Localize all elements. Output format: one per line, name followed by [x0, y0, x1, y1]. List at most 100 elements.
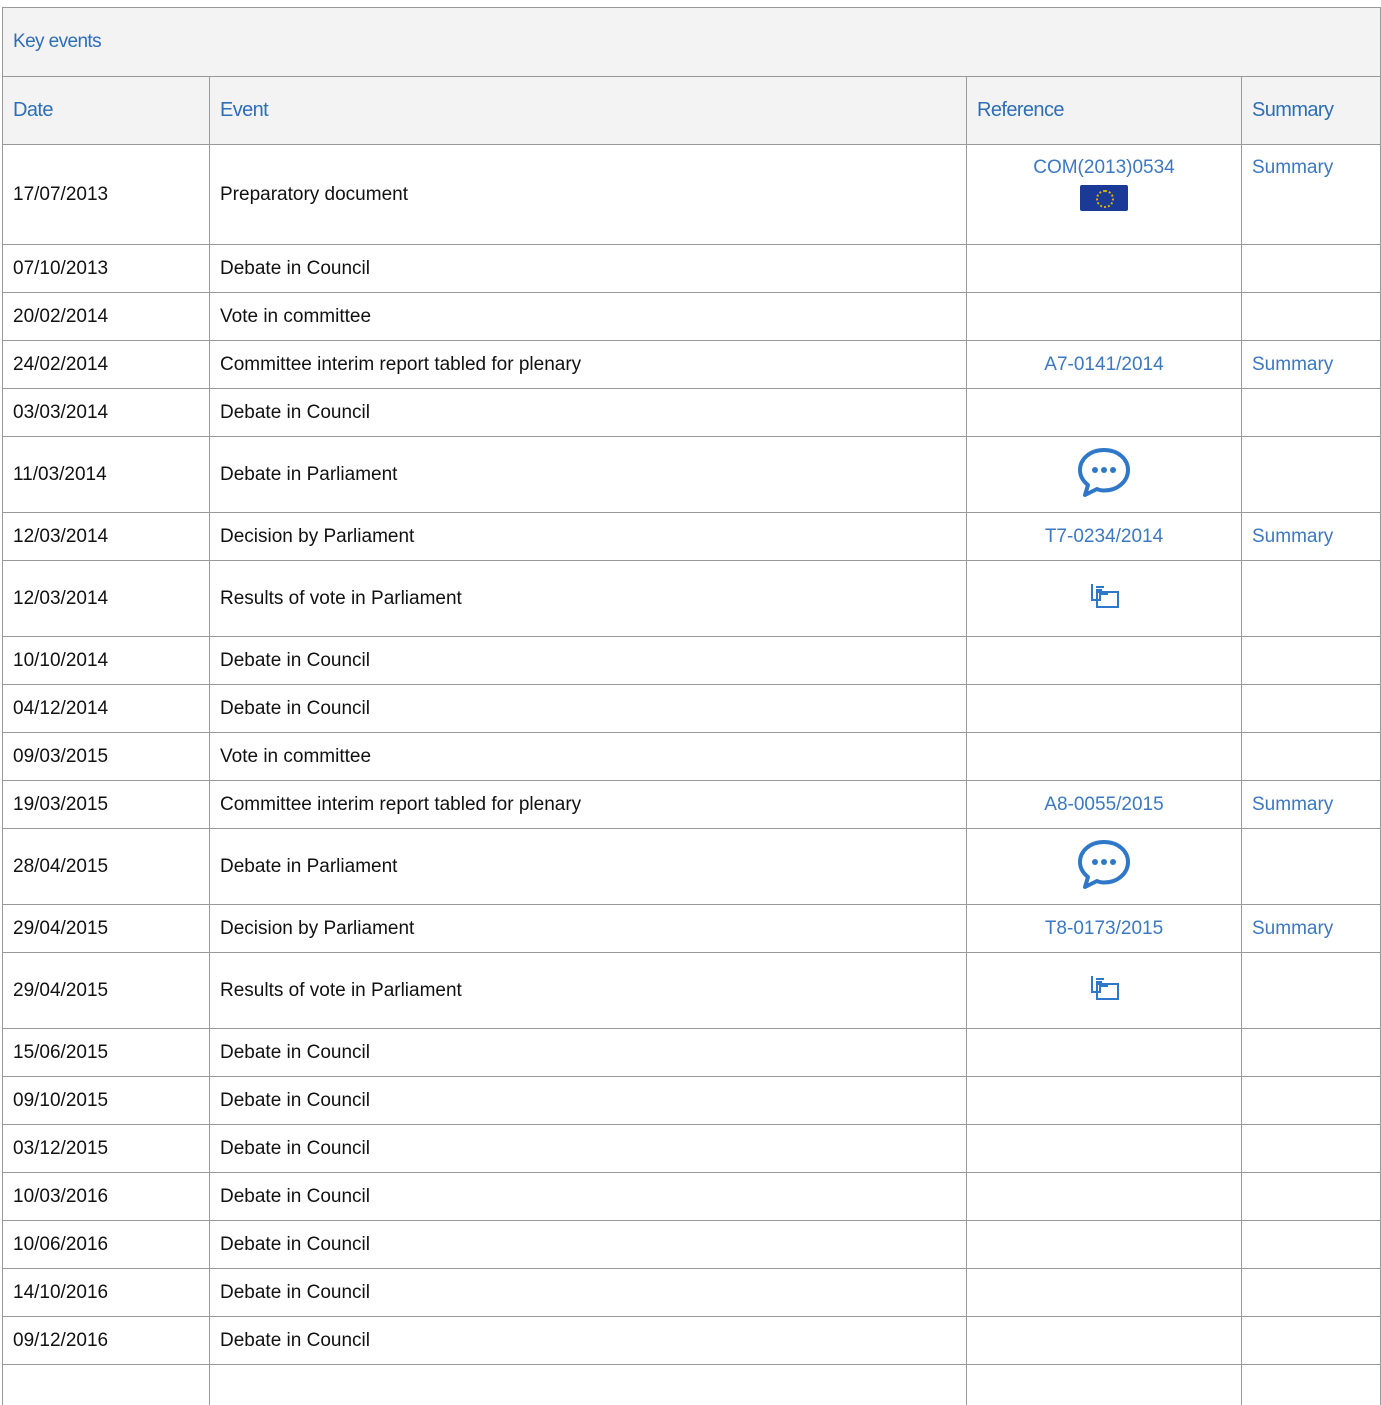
cell-summary [1242, 953, 1381, 1029]
cell-reference [967, 561, 1242, 637]
cell-event: Debate in Council [210, 1173, 967, 1221]
cell-summary [1242, 389, 1381, 437]
cell-event: Debate in Parliament [210, 829, 967, 905]
cell-date: 19/03/2015 [3, 781, 210, 829]
cell-event: Debate in Council [210, 245, 967, 293]
cell-reference [967, 1077, 1242, 1125]
cell-event: Decision by Parliament [210, 513, 967, 561]
cell-summary: Summary [1242, 145, 1381, 245]
summary-link[interactable]: Summary [1252, 794, 1333, 815]
table-row: 29/04/2015Decision by ParliamentT8-0173/… [3, 905, 1381, 953]
cell-event: Debate in Council [210, 1221, 967, 1269]
cell-reference [967, 685, 1242, 733]
column-header-date[interactable]: Date [3, 77, 210, 145]
table-row: 10/10/2014Debate in Council [3, 637, 1381, 685]
table-row: 20/02/2014Vote in committee [3, 293, 1381, 341]
cell-event: Preparatory document [210, 145, 967, 245]
cell-summary: Summary [1242, 905, 1381, 953]
cell-summary [1242, 293, 1381, 341]
empty-cell [1242, 1365, 1381, 1405]
cell-summary [1242, 829, 1381, 905]
cell-date: 11/03/2014 [3, 437, 210, 513]
cell-reference: T8-0173/2015 [967, 905, 1242, 953]
cell-event: Results of vote in Parliament [210, 561, 967, 637]
table-row: 12/03/2014Results of vote in Parliament [3, 561, 1381, 637]
cell-date: 09/10/2015 [3, 1077, 210, 1125]
cell-reference [967, 1125, 1242, 1173]
cell-summary: Summary [1242, 781, 1381, 829]
table-row: 10/03/2016Debate in Council [3, 1173, 1381, 1221]
table-row: 09/12/2016Debate in Council [3, 1317, 1381, 1365]
table-row: 17/07/2013Preparatory documentCOM(2013)0… [3, 145, 1381, 245]
cell-event: Debate in Council [210, 389, 967, 437]
cell-summary: Summary [1242, 341, 1381, 389]
cell-date: 29/04/2015 [3, 905, 210, 953]
cell-summary [1242, 1029, 1381, 1077]
cell-reference [967, 953, 1242, 1029]
reference-link[interactable]: A8-0055/2015 [1044, 794, 1163, 815]
table-row: 10/06/2016Debate in Council [3, 1221, 1381, 1269]
cell-date: 04/12/2014 [3, 685, 210, 733]
key-events-table: Key events Date Event Reference Summary … [2, 7, 1381, 1405]
summary-link[interactable]: Summary [1252, 526, 1333, 547]
cell-date: 07/10/2013 [3, 245, 210, 293]
table-row [3, 1365, 1381, 1405]
cell-date: 03/12/2015 [3, 1125, 210, 1173]
column-header-reference[interactable]: Reference [967, 77, 1242, 145]
cell-reference [967, 733, 1242, 781]
empty-cell [3, 1365, 210, 1405]
table-row: 24/02/2014Committee interim report table… [3, 341, 1381, 389]
cell-date: 10/10/2014 [3, 637, 210, 685]
cell-date: 09/12/2016 [3, 1317, 210, 1365]
cell-event: Debate in Parliament [210, 437, 967, 513]
summary-link[interactable]: Summary [1252, 918, 1333, 939]
cell-reference [967, 389, 1242, 437]
cell-summary [1242, 1173, 1381, 1221]
cell-reference [967, 1173, 1242, 1221]
cell-event: Debate in Council [210, 1125, 967, 1173]
cell-date: 12/03/2014 [3, 561, 210, 637]
cell-reference [967, 829, 1242, 905]
chat-bubble-icon[interactable] [1076, 445, 1132, 499]
cell-date: 03/03/2014 [3, 389, 210, 437]
column-header-summary[interactable]: Summary [1242, 77, 1381, 145]
ballot-vote-icon[interactable] [1086, 973, 1122, 1003]
cell-event: Debate in Council [210, 637, 967, 685]
table-row: 19/03/2015Committee interim report table… [3, 781, 1381, 829]
reference-link[interactable]: A7-0141/2014 [1044, 354, 1163, 375]
table-row: 14/10/2016Debate in Council [3, 1269, 1381, 1317]
cell-event: Results of vote in Parliament [210, 953, 967, 1029]
summary-link[interactable]: Summary [1252, 157, 1333, 178]
eu-flag-icon[interactable] [1080, 185, 1128, 211]
cell-date: 28/04/2015 [3, 829, 210, 905]
cell-summary [1242, 437, 1381, 513]
cell-summary [1242, 245, 1381, 293]
cell-summary [1242, 733, 1381, 781]
cell-summary [1242, 1077, 1381, 1125]
cell-event: Vote in committee [210, 293, 967, 341]
reference-link[interactable]: T7-0234/2014 [1045, 526, 1163, 547]
cell-event: Committee interim report tabled for plen… [210, 341, 967, 389]
cell-event: Committee interim report tabled for plen… [210, 781, 967, 829]
reference-link[interactable]: T8-0173/2015 [1045, 918, 1163, 939]
empty-cell [967, 1365, 1242, 1405]
cell-reference [967, 437, 1242, 513]
cell-date: 20/02/2014 [3, 293, 210, 341]
cell-reference [967, 245, 1242, 293]
cell-summary [1242, 637, 1381, 685]
summary-link[interactable]: Summary [1252, 354, 1333, 375]
cell-date: 14/10/2016 [3, 1269, 210, 1317]
cell-reference [967, 1269, 1242, 1317]
ballot-vote-icon[interactable] [1086, 581, 1122, 611]
table-row: 29/04/2015Results of vote in Parliament [3, 953, 1381, 1029]
table-row: 07/10/2013Debate in Council [3, 245, 1381, 293]
table-row: 03/03/2014Debate in Council [3, 389, 1381, 437]
table-row: 09/10/2015Debate in Council [3, 1077, 1381, 1125]
cell-summary [1242, 561, 1381, 637]
cell-reference [967, 1317, 1242, 1365]
table-row: 12/03/2014Decision by ParliamentT7-0234/… [3, 513, 1381, 561]
column-header-event[interactable]: Event [210, 77, 967, 145]
cell-summary: Summary [1242, 513, 1381, 561]
chat-bubble-icon[interactable] [1076, 837, 1132, 891]
reference-link[interactable]: COM(2013)0534 [1033, 157, 1175, 178]
